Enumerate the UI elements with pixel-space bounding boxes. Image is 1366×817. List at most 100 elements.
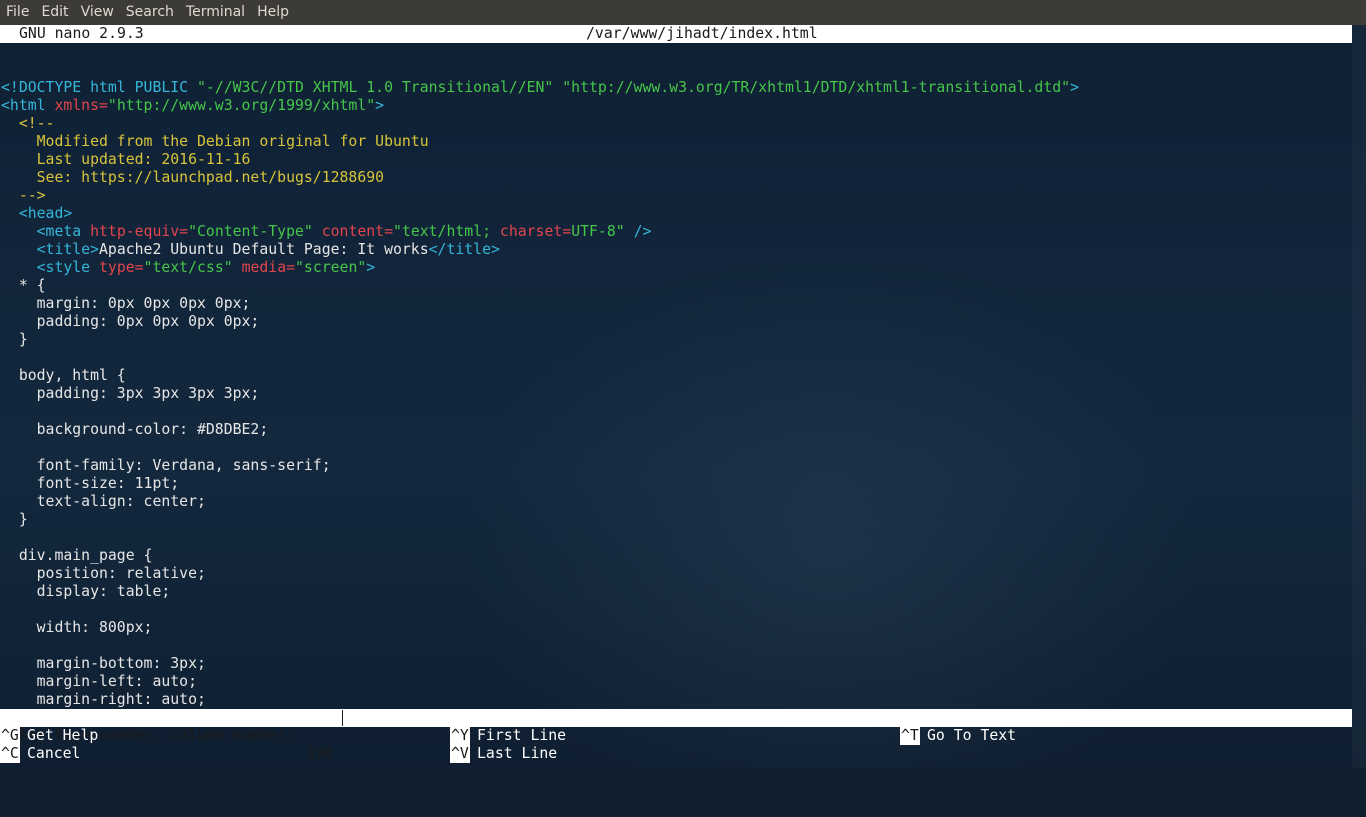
code-token: type= [99,259,144,276]
terminal-window[interactable]: GNU nano 2.9.3 /var/www/jihadt/index.htm… [0,25,1352,768]
code-line: See: https://launchpad.net/bugs/1288690 [1,169,1079,187]
code-line: padding: 3px 3px 3px 3px; [1,385,1079,403]
code-token: "http://www.w3.org/TR/xhtml1/DTD/xhtml1-… [562,79,1071,96]
code-token: Last updated: 2016-11-16 [1,151,251,168]
code-token: UTF-8" [571,223,625,240]
code-token: "text/css" [143,259,233,276]
code-token: <meta [1,223,91,240]
code-token: <title> [1,241,99,258]
code-line: div.main_page { [1,547,1079,565]
code-line: <title>Apache2 Ubuntu Default Page: It w… [1,241,1079,259]
shortcut-go-to-text[interactable]: ^T Go To Text [900,727,1340,745]
nano-title-bar: GNU nano 2.9.3 /var/www/jihadt/index.htm… [0,25,1352,43]
menu-file[interactable]: File [0,0,35,25]
code-line: body, html { [1,367,1079,385]
code-token: margin-left: auto; [1,673,197,690]
shortcut-first-line[interactable]: ^Y First Line [450,727,890,745]
shortcut-key: ^V [450,745,470,763]
code-token: margin-right: auto; [1,691,206,708]
code-token: } [1,511,28,528]
code-token: /> [624,223,652,240]
terminal-scrollbar[interactable] [1352,25,1366,768]
code-token: font-size: 11pt; [1,475,180,492]
code-line: --> [1,187,1079,205]
code-token: "Content-Type" [188,223,313,240]
code-token: xmlns= [54,97,108,114]
goto-line-prompt[interactable]: Enter line number, column number: 198 [0,709,1352,762]
shortcut-get-help[interactable]: ^G Get Help [0,727,440,745]
code-line: * { [1,277,1079,295]
code-token: > [375,97,385,114]
code-line: position: relative; [1,565,1079,583]
code-token: content= [321,223,394,240]
code-line: padding: 0px 0px 0px 0px; [1,313,1079,331]
code-token: } [1,331,28,348]
code-token: http-equiv= [90,223,189,240]
code-token: * { [1,277,46,294]
code-token: <!-- [1,115,55,132]
code-token: charset= [499,223,572,240]
menu-bar: File Edit View Search Terminal Help [0,0,1366,25]
menu-help[interactable]: Help [251,0,295,25]
text-cursor [342,710,343,726]
menu-search[interactable]: Search [120,0,180,25]
code-line: margin-bottom: 3px; [1,655,1079,673]
code-token: width: 800px; [1,619,153,636]
code-line: <meta http-equiv="Content-Type" content=… [1,223,1079,241]
code-line: Modified from the Debian original for Ub… [1,133,1079,151]
code-token: > [1070,79,1079,96]
code-line: text-align: center; [1,493,1079,511]
shortcut-key: ^G [0,727,20,745]
code-token: padding: 3px 3px 3px 3px; [1,385,260,402]
code-token: "screen" [295,259,367,276]
code-token: See: https://launchpad.net/bugs/1288690 [1,169,385,186]
code-line: Last updated: 2016-11-16 [1,151,1079,169]
code-token: --> [1,187,46,204]
code-token: <!DOCTYPE html PUBLIC [1,79,197,96]
code-line: <!-- [1,115,1079,133]
code-token: padding: 0px 0px 0px 0px; [1,313,260,330]
menu-terminal[interactable]: Terminal [180,0,251,25]
shortcut-cancel[interactable]: ^C Cancel [0,745,440,763]
code-line: width: 800px; [1,619,1079,637]
shortcut-label: Get Help [27,727,99,744]
code-line: <html xmlns="http://www.w3.org/1999/xhtm… [1,97,1079,115]
code-token: div.main_page { [1,547,153,564]
code-line: } [1,331,1079,349]
code-token: <head> [1,205,73,222]
editor-buffer[interactable]: <!DOCTYPE html PUBLIC "-//W3C//DTD XHTML… [1,79,1079,709]
code-line: } [1,511,1079,529]
code-token: "-//W3C//DTD XHTML 1.0 Transitional//EN" [197,79,554,96]
code-token: Apache2 Ubuntu Default Page: It works [99,241,429,258]
code-token: margin: 0px 0px 0px 0px; [1,295,251,312]
code-token: font-family: Verdana, sans-serif; [1,457,331,474]
code-line: <style type="text/css" media="screen"> [1,259,1079,277]
menu-edit[interactable]: Edit [35,0,74,25]
shortcut-label: Last Line [477,745,558,762]
code-token: text-align: center; [1,493,206,510]
shortcut-key: ^C [0,745,20,763]
code-line: margin-left: auto; [1,673,1079,691]
code-line: display: table; [1,583,1079,601]
shortcut-last-line[interactable]: ^V Last Line [450,745,890,763]
shortcut-key: ^Y [450,727,470,745]
code-token: </title> [428,241,500,258]
code-token: media= [241,259,296,276]
code-token: "http://www.w3.org/1999/xhtml" [107,97,376,114]
code-token: <style [1,259,99,276]
code-token: > [366,259,376,276]
menu-view[interactable]: View [75,0,120,25]
code-line: font-family: Verdana, sans-serif; [1,457,1079,475]
shortcut-label: Go To Text [927,727,1017,744]
code-token: display: table; [1,583,171,600]
code-line: margin: 0px 0px 0px 0px; [1,295,1079,313]
code-line: <head> [1,205,1079,223]
